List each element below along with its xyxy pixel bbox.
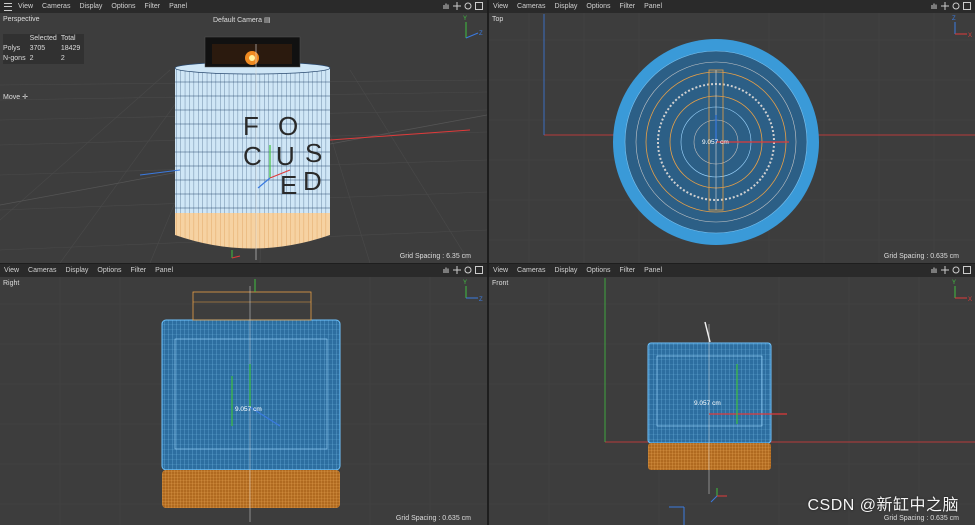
move-arrows-icon[interactable] bbox=[941, 266, 949, 274]
menu-panel[interactable]: Panel bbox=[644, 267, 662, 274]
menu-display[interactable]: Display bbox=[554, 3, 577, 10]
right-scene[interactable]: 9.057 cm Y Z bbox=[0, 264, 487, 525]
stats-row: N-gons 2 2 bbox=[3, 55, 65, 62]
move-arrows-icon[interactable] bbox=[453, 266, 461, 274]
tool-label: Move ✛ bbox=[3, 94, 28, 101]
hand-pan-icon[interactable] bbox=[930, 2, 938, 10]
menu-view[interactable]: View bbox=[4, 267, 19, 274]
top-scene[interactable]: 9.057 cm Z X bbox=[489, 0, 975, 263]
hand-pan-icon[interactable] bbox=[442, 2, 450, 10]
front-scene[interactable]: 9.057 cm Y X bbox=[489, 264, 975, 525]
menu-options[interactable]: Options bbox=[111, 3, 135, 10]
menubar-right: View Cameras Display Options Filter Pane… bbox=[0, 264, 487, 277]
axis-indicator-perspective: Y Z bbox=[463, 16, 483, 39]
viewport-label-top: Top bbox=[492, 16, 504, 23]
menu-view[interactable]: View bbox=[493, 267, 508, 274]
menubar-perspective: View Cameras Display Options Filter Pane… bbox=[0, 0, 487, 13]
axis-indicator-right: Y Z bbox=[463, 280, 483, 303]
move-arrows-icon[interactable] bbox=[453, 2, 461, 10]
viewport-label-front: Front bbox=[492, 280, 509, 287]
menu-panel[interactable]: Panel bbox=[169, 3, 187, 10]
viewport-top[interactable]: 9.057 cm Z X View Cameras Display Option… bbox=[489, 0, 975, 263]
rotate-icon[interactable] bbox=[952, 2, 960, 10]
grid-spacing-top: Grid Spacing : 0.635 cm bbox=[883, 253, 959, 260]
front-origin-axis bbox=[710, 488, 727, 503]
grid-spacing-right: Grid Spacing : 0.635 cm bbox=[395, 515, 471, 522]
grid-spacing-front: Grid Spacing : 0.635 cm bbox=[883, 515, 959, 522]
axis-letter-z: Z bbox=[479, 31, 483, 37]
move-arrows-icon[interactable] bbox=[941, 2, 949, 10]
camera-name: Default Camera bbox=[213, 17, 263, 24]
move-cross-icon: ✛ bbox=[22, 94, 28, 101]
axis-letter-x: X bbox=[968, 297, 972, 303]
hand-pan-icon[interactable] bbox=[442, 266, 450, 274]
menu-filter[interactable]: Filter bbox=[145, 3, 161, 10]
menu-options[interactable]: Options bbox=[586, 3, 610, 10]
model-letter-d: D bbox=[303, 166, 322, 196]
menu-display[interactable]: Display bbox=[65, 267, 88, 274]
model-letter-s: S bbox=[305, 138, 322, 168]
menu-cameras[interactable]: Cameras bbox=[42, 3, 70, 10]
axis-indicator-top: Z X bbox=[952, 16, 972, 39]
menu-cameras[interactable]: Cameras bbox=[517, 3, 545, 10]
origin-axis-small bbox=[231, 250, 241, 259]
rotate-icon[interactable] bbox=[952, 266, 960, 274]
axis-letter-y: Y bbox=[463, 16, 467, 22]
model-letter-e: E bbox=[280, 170, 297, 200]
viewport-label-perspective: Perspective bbox=[3, 16, 40, 23]
menu-filter[interactable]: Filter bbox=[131, 267, 147, 274]
axis-letter-x: X bbox=[968, 33, 972, 39]
maximize-icon[interactable] bbox=[475, 2, 483, 10]
stats-row: Polys 3705 18429 bbox=[3, 45, 81, 52]
menu-options[interactable]: Options bbox=[97, 267, 121, 274]
stats-panel: Selected Total Polys 3705 18429 N-gons 2… bbox=[3, 34, 85, 64]
stats-col-selected: Selected bbox=[29, 35, 57, 42]
menu-display[interactable]: Display bbox=[554, 267, 577, 274]
menu-display[interactable]: Display bbox=[79, 3, 102, 10]
menu-filter[interactable]: Filter bbox=[620, 267, 636, 274]
menu-cameras[interactable]: Cameras bbox=[517, 267, 545, 274]
axis-letter-z: Z bbox=[952, 16, 956, 22]
menu-panel[interactable]: Panel bbox=[155, 267, 173, 274]
axis-letter-z: Z bbox=[479, 297, 483, 303]
menu-options[interactable]: Options bbox=[586, 267, 610, 274]
viewport-label-right: Right bbox=[3, 280, 20, 287]
viewport-perspective[interactable]: F O C U S E D Y Z View Cameras Display O… bbox=[0, 0, 487, 263]
menubar-top: View Cameras Display Options Filter Pane… bbox=[489, 0, 975, 13]
menu-cameras[interactable]: Cameras bbox=[28, 267, 56, 274]
grid-spacing-perspective: Grid Spacing : 6.35 cm bbox=[399, 253, 471, 260]
viewport-front[interactable]: 9.057 cm Y X View Cameras Display Option… bbox=[489, 264, 975, 525]
rotate-icon[interactable] bbox=[464, 2, 472, 10]
model-letter-o: O bbox=[278, 111, 298, 141]
watermark: CSDN @新缸中之脑 bbox=[807, 497, 959, 514]
right-measure: 9.057 cm bbox=[235, 406, 262, 413]
top-measure: 9.057 cm bbox=[702, 139, 729, 146]
model-letter-f: F bbox=[243, 111, 259, 141]
viewport-right[interactable]: 9.057 cm Y Z View Cameras Display Option… bbox=[0, 264, 487, 525]
hand-pan-icon[interactable] bbox=[930, 266, 938, 274]
menu-view[interactable]: View bbox=[493, 3, 508, 10]
menu-view[interactable]: View bbox=[18, 3, 33, 10]
front-measure: 9.057 cm bbox=[694, 400, 721, 407]
axis-letter-y: Y bbox=[952, 280, 956, 286]
axis-indicator-front: Y X bbox=[952, 280, 972, 303]
model-letter-u: U bbox=[276, 141, 295, 171]
menu-panel[interactable]: Panel bbox=[644, 3, 662, 10]
maximize-icon[interactable] bbox=[963, 266, 971, 274]
menu-filter[interactable]: Filter bbox=[620, 3, 636, 10]
axis-letter-y: Y bbox=[463, 280, 467, 286]
model-letter-c: C bbox=[243, 141, 262, 171]
hamburger-icon[interactable] bbox=[4, 2, 12, 11]
camera-icon: ▤ bbox=[263, 17, 271, 24]
maximize-icon[interactable] bbox=[963, 2, 971, 10]
maximize-icon[interactable] bbox=[475, 266, 483, 274]
rotate-icon[interactable] bbox=[464, 266, 472, 274]
camera-label[interactable]: Default Camera ▤ bbox=[213, 16, 271, 24]
right-cylinder[interactable] bbox=[161, 286, 341, 522]
front-cylinder[interactable] bbox=[647, 321, 772, 494]
menubar-front: View Cameras Display Options Filter Pane… bbox=[489, 264, 975, 277]
stats-col-total: Total bbox=[60, 35, 76, 42]
